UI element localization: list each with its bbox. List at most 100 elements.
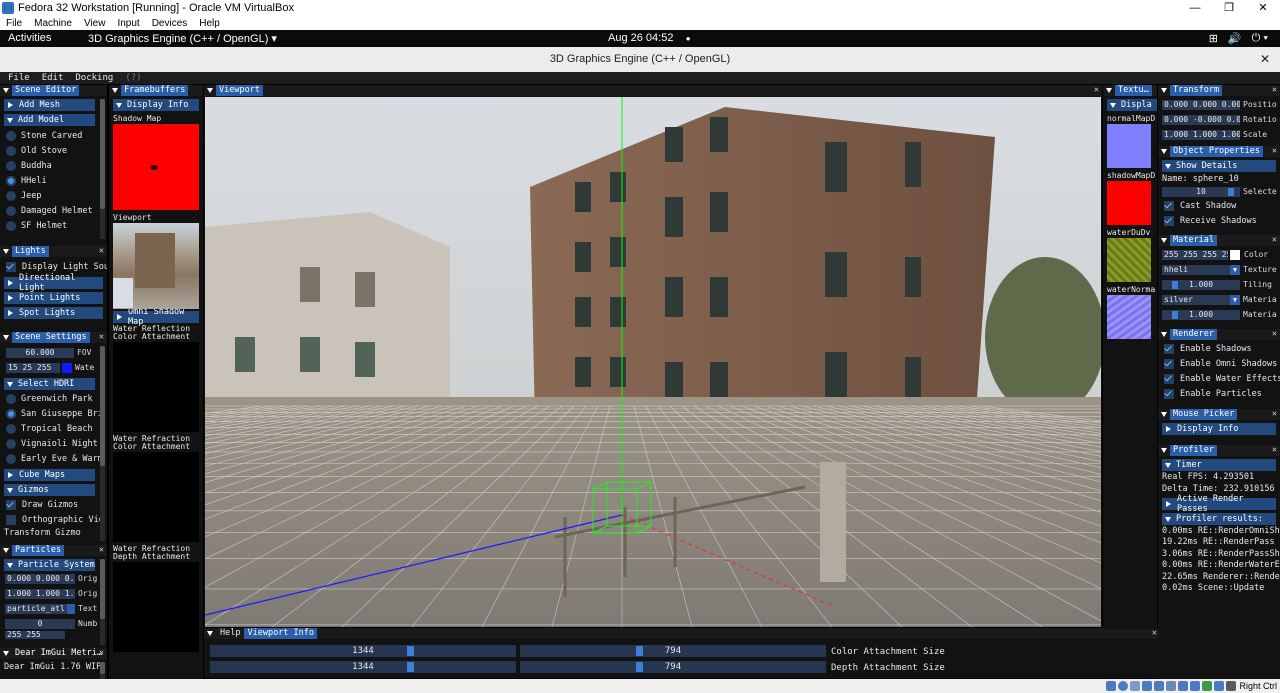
close-icon[interactable]: ✕ [1272,235,1277,246]
tab-material[interactable]: Material [1170,235,1217,246]
app-menu[interactable]: 3D Graphics Engine (C++ / OpenGL) ▾ [88,32,277,45]
directional-light-header[interactable]: Directional Light [4,273,103,293]
water-color-input[interactable]: 15 25 255 [6,362,60,373]
collapse-icon[interactable] [1161,88,1167,93]
network-status-icon[interactable] [1142,681,1152,691]
select-hdri-header[interactable]: Select HDRI [4,378,95,390]
recording-icon[interactable] [1190,681,1200,691]
spot-lights-header[interactable]: Spot Lights [4,307,103,319]
hdri-option[interactable]: Tropical Beach [0,421,107,436]
scrollbar[interactable] [100,99,105,239]
tab-profiler[interactable]: Profiler [1170,445,1217,456]
color-swatch[interactable] [1230,249,1240,260]
active-passes-header[interactable]: Active Render Passes [1162,494,1276,514]
gizmos-header[interactable]: Gizmos [4,484,95,496]
model-option[interactable]: Damaged Helmet [0,203,107,218]
dropdown-arrow-icon[interactable]: ▼ [1230,294,1240,305]
origin-input[interactable]: 0.000 0.000 0.000 [5,573,75,584]
cube-maps-header[interactable]: Cube Maps [4,469,95,481]
tab-transform[interactable]: Transform [1170,85,1223,96]
hdri-option-selected[interactable]: San Giuseppe Bri [0,406,107,421]
tiling-slider[interactable]: 1.000 [1162,279,1240,290]
tab-framebuffers[interactable]: Framebuffers [121,85,189,96]
keyboard-icon[interactable] [1226,681,1236,691]
restore-button[interactable]: ❐ [1212,0,1246,16]
profiler-results-header[interactable]: Profiler results: [1162,513,1276,525]
close-button[interactable]: ✕ [1246,0,1280,16]
activities-button[interactable]: Activities [8,32,51,44]
shared-folders-icon[interactable] [1166,681,1176,691]
model-option[interactable]: Jeep [0,188,107,203]
close-icon[interactable]: ✕ [99,246,104,257]
close-icon[interactable]: ✕ [1152,628,1157,639]
collapse-icon[interactable] [1161,238,1167,243]
tab-viewport-info[interactable]: Viewport Info [244,628,318,639]
display-light-checkbox[interactable]: Display Light Sour [0,259,107,274]
model-option-selected[interactable]: HHeli [0,173,107,188]
cast-shadow-checkbox[interactable]: Cast Shadow [1158,198,1280,213]
system-tray[interactable]: ⊞ 🔊 ⏻ ▾ [1209,32,1268,45]
add-model-header[interactable]: Add Model [4,114,95,126]
minimize-button[interactable]: — [1178,0,1212,16]
omni-shadow-header[interactable]: Omni Shadow Map [113,307,199,327]
close-icon[interactable]: ✕ [1272,409,1277,420]
mouse-integration-icon[interactable] [1214,681,1224,691]
particle-system-header[interactable]: Particle System [4,559,95,571]
app-close-button[interactable]: ✕ [1260,47,1270,72]
tab-textures[interactable]: Textu… [1115,85,1152,96]
collapse-icon[interactable] [3,651,9,656]
close-icon[interactable]: ✕ [1272,329,1277,340]
scale-input[interactable]: 1.000 1.000 1.000 [1162,129,1240,140]
collapse-icon[interactable] [3,88,9,93]
tab-metrics[interactable]: Dear ImGui Metri… [12,648,105,659]
slider-grab[interactable] [1172,310,1178,319]
model-option[interactable]: Old Stove [0,143,107,158]
menu-input[interactable]: Input [117,18,139,29]
rotation-input[interactable]: 0.000 -0.000 0.000 [1162,114,1240,125]
number-slider[interactable]: 0 [5,618,75,629]
model-option[interactable]: Buddha [0,158,107,173]
collapse-icon[interactable] [207,631,213,636]
close-icon[interactable]: ✕ [99,648,104,659]
menu-help[interactable]: Help [199,18,220,29]
depth-height-slider[interactable]: 794 [520,661,826,673]
tab-particles[interactable]: Particles [12,545,65,556]
close-icon[interactable]: ✕ [1272,445,1277,456]
slider-grab[interactable] [1228,187,1234,196]
hdri-option[interactable]: Greenwich Park [0,391,107,406]
collapse-icon[interactable] [3,548,9,553]
dropdown-arrow-icon[interactable] [67,603,75,614]
enable-particles-checkbox[interactable]: Enable Particles [1158,386,1280,401]
imgui-menu-file[interactable]: File [8,73,30,83]
selected-slider[interactable]: 10 [1162,186,1240,197]
imgui-menu-edit[interactable]: Edit [42,73,64,83]
tab-lights[interactable]: Lights [12,246,49,257]
display-icon[interactable] [1178,681,1188,691]
texture-dropdown[interactable]: hheli [1162,264,1230,275]
menu-view[interactable]: View [84,18,106,29]
model-option[interactable]: Stone Carved [0,128,107,143]
tab-object-properties[interactable]: Object Properties [1170,146,1263,157]
imgui-menu-help[interactable]: (?) [125,73,141,83]
tab-mouse-picker[interactable]: Mouse Picker [1170,409,1238,420]
enable-water-checkbox[interactable]: Enable Water Effects [1158,371,1280,386]
tab-renderer[interactable]: Renderer [1170,329,1217,340]
scene-render[interactable] [205,97,1101,627]
collapse-icon[interactable] [1106,88,1112,93]
collapse-icon[interactable] [1161,332,1167,337]
hdd-icon[interactable] [1106,681,1116,691]
textures-display-header[interactable]: Displa [1107,99,1157,111]
fb-display-info-header[interactable]: Display Info [113,99,199,111]
depth-width-slider[interactable]: 1344 [210,661,516,673]
mouse-display-info-header[interactable]: Display Info [1162,423,1276,435]
dropdown-arrow-icon[interactable]: ▼ [1230,264,1240,275]
imgui-menu-docking[interactable]: Docking [75,73,113,83]
close-icon[interactable]: ✕ [1094,85,1099,96]
tab-help[interactable]: Help [216,628,244,639]
texture-dropdown[interactable]: particle_atl [5,603,67,614]
close-icon[interactable]: ✕ [99,545,104,556]
point-lights-header[interactable]: Point Lights [4,292,103,304]
audio-icon[interactable] [1130,681,1140,691]
usb-icon[interactable] [1154,681,1164,691]
clock[interactable]: Aug 26 04:52 ● [608,32,691,44]
